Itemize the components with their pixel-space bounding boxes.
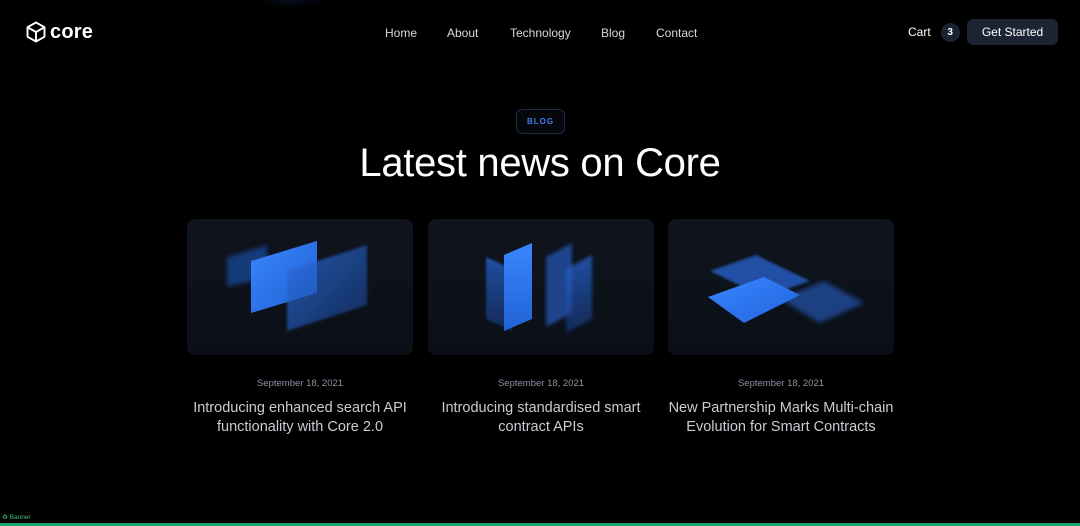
card-image [187, 219, 413, 355]
nav-link-technology[interactable]: Technology [510, 23, 571, 43]
card-image [668, 219, 894, 355]
page: core Home About Technology Blog Contact … [0, 0, 1080, 526]
page-title: Latest news on Core [359, 141, 721, 185]
cart-link[interactable]: Cart 3 [908, 22, 960, 42]
get-started-button[interactable]: Get Started [967, 19, 1058, 45]
cart-label: Cart [908, 25, 931, 39]
cart-count-badge: 3 [940, 22, 960, 42]
vertical-panels-illustration [486, 243, 592, 333]
decorative-glow [250, 0, 330, 8]
banner-label: ♻ Banner [2, 514, 31, 521]
section-badge: BLOG [516, 109, 565, 134]
post-title[interactable]: Introducing enhanced search API function… [187, 399, 413, 436]
nav-link-blog[interactable]: Blog [601, 23, 625, 43]
post-title[interactable]: Introducing standardised smart contract … [428, 399, 654, 436]
stacked-planes-illustration [708, 255, 864, 323]
post-title[interactable]: New Partnership Marks Multi-chain Evolut… [668, 399, 894, 436]
blog-card[interactable]: September 18, 2021 New Partnership Marks… [668, 219, 894, 464]
nav-link-contact[interactable]: Contact [656, 23, 697, 43]
post-date: September 18, 2021 [737, 378, 825, 389]
overlapping-panels-illustration [227, 241, 367, 331]
blog-card[interactable]: September 18, 2021 Introducing standardi… [428, 219, 654, 464]
nav-link-about[interactable]: About [447, 23, 478, 43]
nav-link-home[interactable]: Home [385, 23, 417, 43]
banner-label-text: Banner [9, 514, 31, 521]
post-date: September 18, 2021 [497, 378, 585, 389]
card-image [428, 219, 654, 355]
blog-card[interactable]: September 18, 2021 Introducing enhanced … [187, 219, 413, 464]
post-date: September 18, 2021 [256, 378, 344, 389]
